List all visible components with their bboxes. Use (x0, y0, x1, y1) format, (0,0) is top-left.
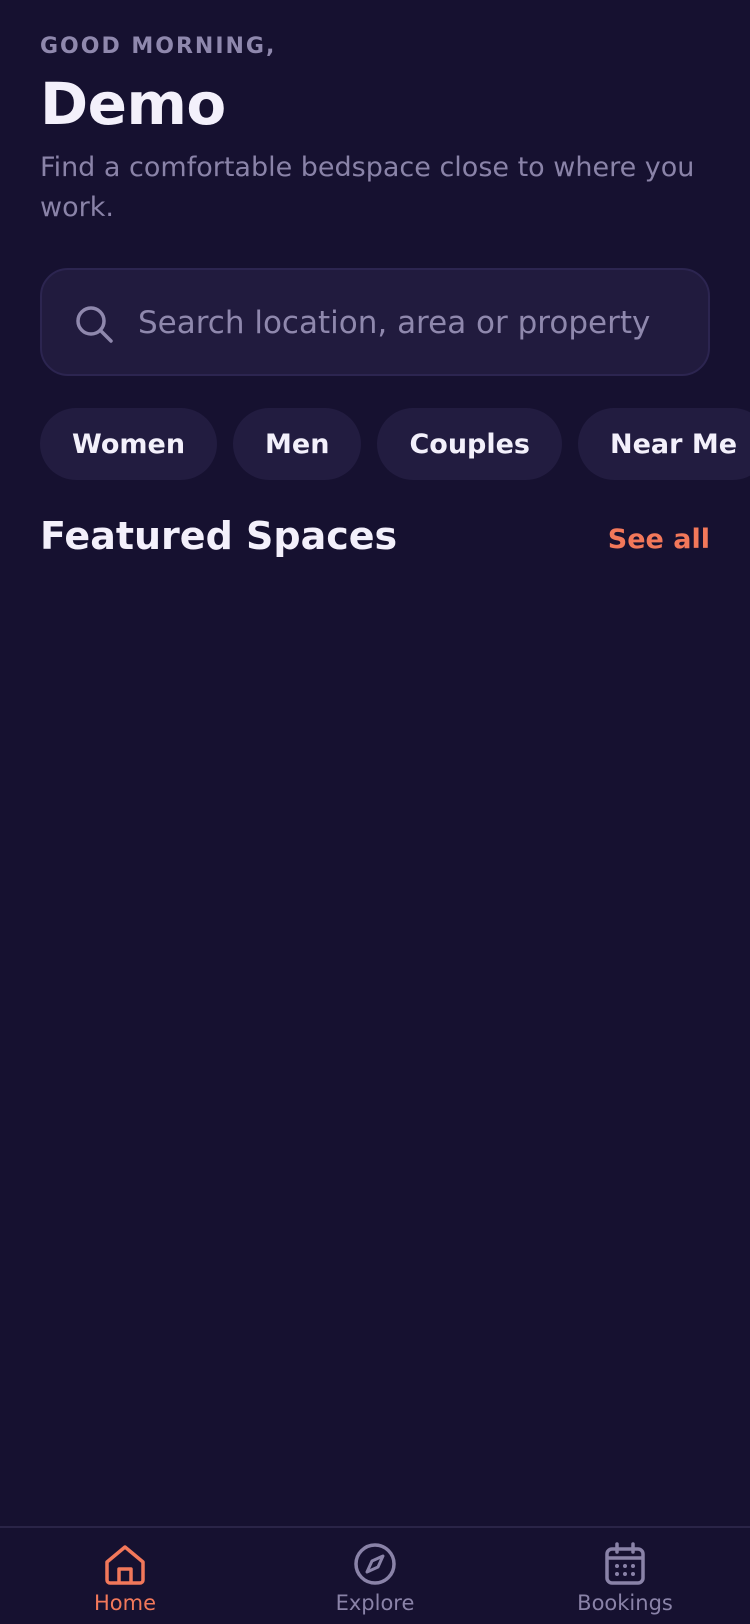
user-name: Demo (40, 70, 226, 138)
featured-spaces-title: Featured Spaces (40, 514, 398, 558)
tab-explore[interactable]: Explore (305, 1542, 445, 1616)
tab-home[interactable]: Home (55, 1542, 195, 1616)
bottom-tab-bar: Home Explore Bookings (0, 1526, 750, 1624)
page-subtitle: Find a comfortable bedspace close to whe… (40, 152, 695, 223)
filter-chip-couples[interactable]: Couples (377, 408, 563, 480)
filter-chips: Women Men Couples Near Me (40, 408, 750, 480)
filter-chip-near-me[interactable]: Near Me (578, 408, 750, 480)
tab-bookings[interactable]: Bookings (555, 1542, 695, 1616)
calendar-icon (605, 1542, 645, 1585)
search-bar[interactable] (40, 268, 710, 376)
greeting-label: GOOD MORNING, (40, 34, 277, 59)
home-screen: GOOD MORNING, Demo Find a comfortable be… (0, 0, 750, 1624)
tab-home-label: Home (93, 1591, 156, 1615)
filter-chip-women[interactable]: Women (40, 408, 218, 480)
tab-explore-label: Explore (335, 1591, 415, 1615)
filter-chip-men[interactable]: Men (233, 408, 362, 480)
search-input[interactable] (138, 298, 698, 348)
tab-bookings-label: Bookings (577, 1591, 673, 1615)
compass-icon (354, 1543, 396, 1585)
see-all-link[interactable]: See all (608, 524, 710, 555)
search-icon (76, 306, 113, 343)
home-icon (105, 1545, 145, 1585)
